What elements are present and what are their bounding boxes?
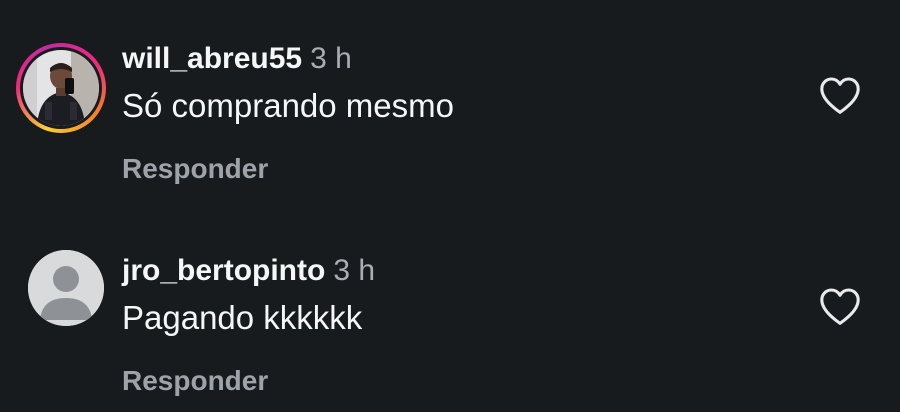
- avatar[interactable]: [16, 43, 106, 133]
- avatar[interactable]: [28, 250, 104, 326]
- profile-photo: [23, 50, 99, 126]
- timestamp: 3 h: [310, 42, 352, 75]
- comment-body: jro_bertopinto 3 h Pagando kkkkkk Respond…: [122, 252, 375, 398]
- heart-outline-icon: [820, 288, 860, 325]
- heart-outline-icon: [820, 77, 860, 114]
- story-ring: [16, 43, 106, 133]
- username[interactable]: will_abreu55: [122, 42, 302, 75]
- comment-body: will_abreu55 3 h Só comprando mesmo Respo…: [122, 40, 454, 186]
- comment-text: Pagando kkkkkk: [122, 299, 363, 336]
- default-avatar-icon: [28, 250, 104, 326]
- comment-meta: will_abreu55 3 h: [122, 40, 454, 78]
- comment-item: jro_bertopinto 3 h Pagando kkkkkk Respond…: [0, 212, 900, 412]
- timestamp: 3 h: [333, 254, 376, 287]
- reply-button[interactable]: Responder: [122, 152, 454, 186]
- username[interactable]: jro_bertopinto: [122, 254, 325, 287]
- like-button[interactable]: [818, 286, 862, 326]
- like-button[interactable]: [818, 75, 862, 115]
- reply-button[interactable]: Responder: [122, 364, 375, 398]
- profile-photo-image: [23, 50, 99, 126]
- comment-text: Só comprando mesmo: [122, 87, 454, 124]
- comment-meta: jro_bertopinto 3 h: [122, 252, 375, 290]
- comment-item: will_abreu55 3 h Só comprando mesmo Respo…: [0, 0, 900, 200]
